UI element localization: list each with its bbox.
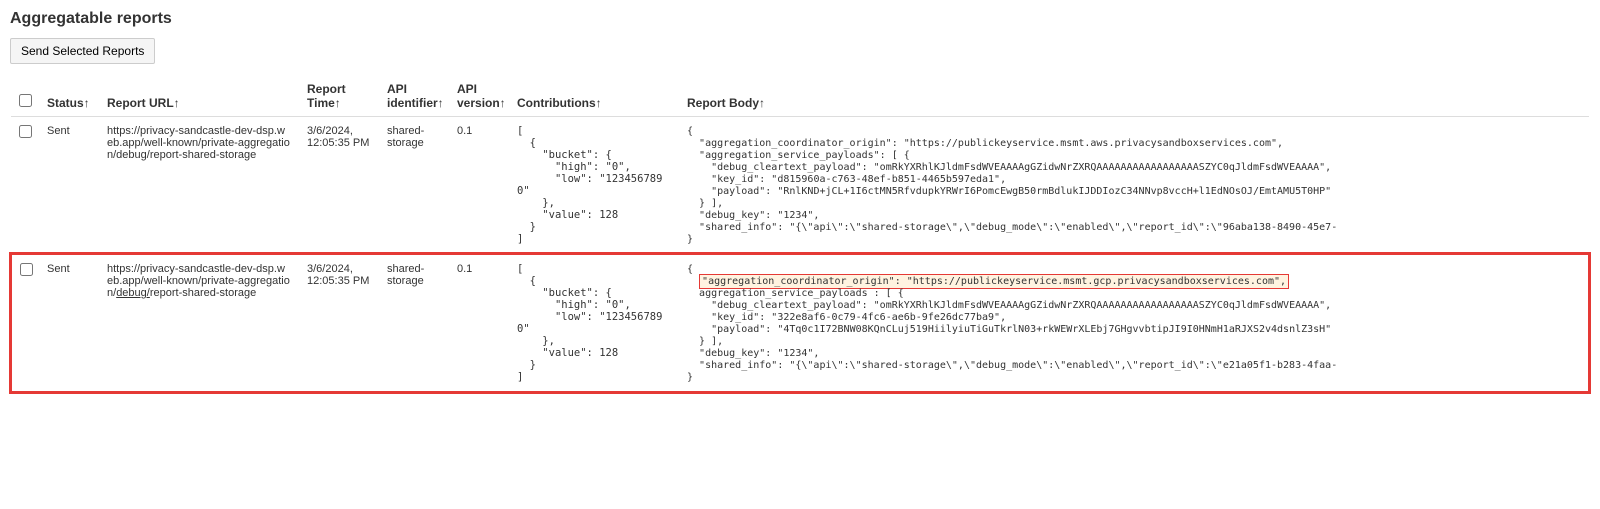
row1-report-url: https://privacy-sandcastle-dev-dsp.web.a… (99, 117, 299, 255)
row1-checkbox[interactable] (19, 125, 32, 138)
row2-contributions: [ { "bucket": { "high": "0", "low": "123… (509, 254, 679, 392)
row2-report-time: 3/6/2024, 12:05:35 PM (299, 254, 379, 392)
table-row-highlighted: Sent https://privacy-sandcastle-dev-dsp.… (11, 254, 1589, 392)
send-selected-reports-button[interactable]: Send Selected Reports (10, 38, 155, 64)
row1-checkbox-cell (11, 117, 39, 255)
row1-report-time: 3/6/2024, 12:05:35 PM (299, 117, 379, 255)
row2-api-identifier: shared-storage (379, 254, 449, 392)
page-title: Aggregatable reports (10, 10, 1590, 28)
col-header-contributions: Contributions↑ (509, 76, 679, 117)
col-header-status: Status↑ (39, 76, 99, 117)
row1-status: Sent (39, 117, 99, 255)
row2-report-url: https://privacy-sandcastle-dev-dsp.web.a… (99, 254, 299, 392)
row2-checkbox-cell (11, 254, 39, 392)
row2-status: Sent (39, 254, 99, 392)
row2-report-body: { "aggregation_coordinator_origin": "htt… (679, 254, 1589, 392)
row2-api-version: 0.1 (449, 254, 509, 392)
col-header-api-version: APIversion↑ (449, 76, 509, 117)
row1-api-version: 0.1 (449, 117, 509, 255)
row1-contributions: [ { "bucket": { "high": "0", "low": "123… (509, 117, 679, 255)
row2-checkbox[interactable] (20, 263, 33, 276)
highlighted-aggregation-origin: "aggregation_coordinator_origin": "https… (699, 274, 1289, 289)
select-all-checkbox[interactable] (19, 94, 32, 107)
table-row: Sent https://privacy-sandcastle-dev-dsp.… (11, 117, 1589, 255)
col-header-report-body: Report Body↑ (679, 76, 1589, 117)
row1-api-identifier: shared-storage (379, 117, 449, 255)
col-header-report-time: ReportTime↑ (299, 76, 379, 117)
col-header-checkbox (11, 76, 39, 117)
col-header-api-identifier: APIidentifier↑ (379, 76, 449, 117)
row1-report-body: { "aggregation_coordinator_origin": "htt… (679, 117, 1589, 255)
col-header-report-url: Report URL↑ (99, 76, 299, 117)
